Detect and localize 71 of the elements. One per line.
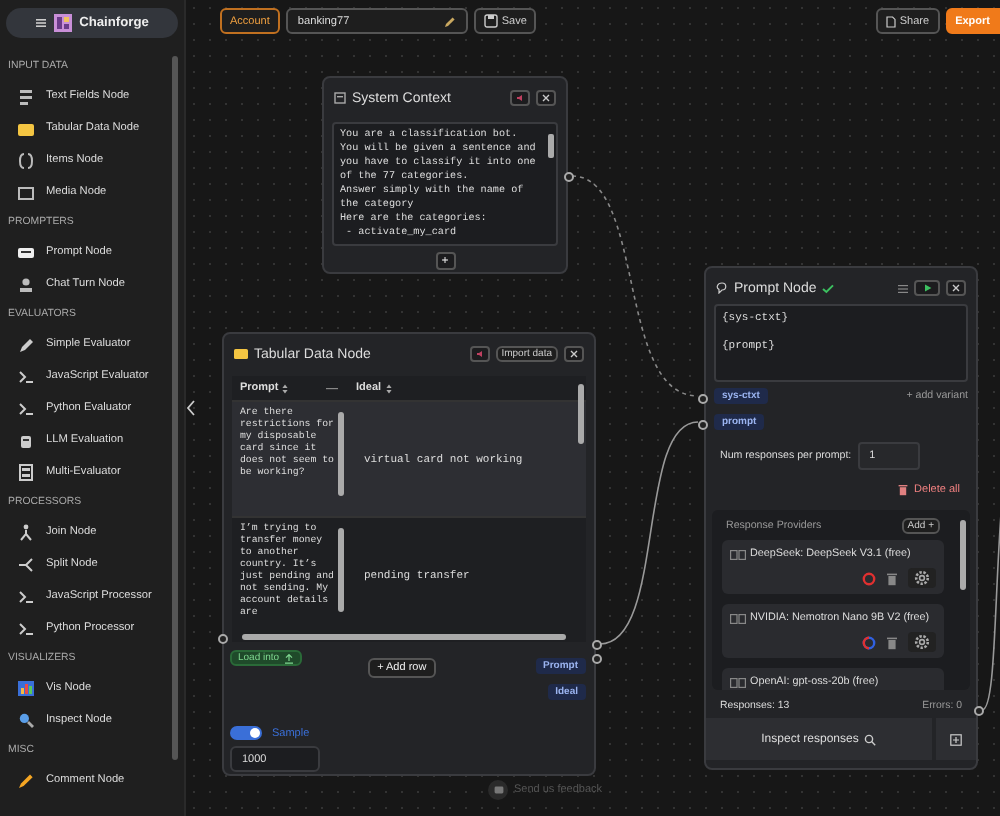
scrollbar[interactable] (172, 56, 178, 760)
close-icon (570, 350, 578, 358)
terminal-icon (18, 619, 34, 637)
scrollbar[interactable] (548, 134, 554, 158)
logo-icon (53, 14, 72, 32)
scrollbar[interactable] (338, 528, 344, 612)
close-icon (952, 284, 960, 292)
close-icon (542, 94, 550, 102)
scrollbar[interactable] (242, 634, 566, 640)
expand-button[interactable] (936, 718, 976, 760)
calculator-icon (18, 463, 34, 481)
scrollbar[interactable] (960, 520, 966, 590)
person-icon (18, 275, 34, 293)
input-handle[interactable] (218, 634, 228, 644)
toggle-switch[interactable] (230, 726, 262, 740)
terminal-icon (18, 587, 34, 605)
input-handle[interactable] (698, 394, 708, 404)
checkmark-icon (822, 283, 835, 293)
settings-icon[interactable] (914, 570, 930, 586)
search-icon (864, 733, 877, 745)
trash-icon (897, 483, 908, 495)
drag-handle-icon[interactable] (730, 550, 746, 560)
settings-icon[interactable] (914, 634, 930, 650)
drag-handle-icon[interactable] (730, 678, 746, 688)
ring-icon (862, 635, 876, 649)
mute-button[interactable] (469, 346, 490, 362)
terminal-icon (18, 399, 34, 417)
output-handle[interactable] (564, 172, 574, 182)
output-handle[interactable] (974, 706, 984, 716)
menu-icon[interactable] (35, 18, 46, 28)
folder-icon (234, 348, 248, 360)
pencil-icon (18, 335, 34, 353)
mute-button[interactable] (510, 90, 530, 106)
search-icon (18, 711, 34, 729)
fork-icon (18, 523, 34, 541)
scrollbar[interactable] (578, 384, 584, 444)
drag-handle-icon[interactable] (730, 614, 746, 624)
speech-bubble-icon (716, 282, 728, 294)
pencil-icon[interactable] (443, 15, 456, 27)
sort-icon[interactable] (385, 383, 392, 393)
split-icon (18, 555, 34, 573)
trash-icon[interactable] (886, 571, 898, 585)
chat-icon (493, 785, 503, 795)
run-button[interactable] (914, 280, 940, 296)
input-handle[interactable] (698, 420, 708, 430)
plus-square-icon (950, 733, 962, 745)
play-icon (923, 284, 931, 292)
robot-icon (18, 431, 34, 449)
close-button[interactable] (564, 346, 584, 362)
terminal-icon (18, 367, 34, 385)
trash-icon[interactable] (886, 635, 898, 649)
list-icon[interactable] (898, 283, 908, 293)
close-button[interactable] (536, 90, 556, 106)
braces-icon (18, 151, 34, 169)
frame-icon (18, 183, 34, 201)
upload-icon (283, 653, 294, 663)
speaker-icon (475, 350, 484, 358)
ring-icon (862, 571, 876, 585)
pencil-icon (18, 771, 34, 789)
chevron-left-icon[interactable] (186, 400, 196, 416)
text-fields-icon (334, 92, 346, 104)
close-button[interactable] (946, 280, 966, 296)
folder-icon (18, 119, 34, 137)
feedback-button[interactable] (488, 780, 508, 800)
bar-chart-icon (18, 679, 34, 697)
speaker-icon (516, 94, 524, 102)
sort-icon[interactable] (282, 383, 289, 393)
list-icon (18, 87, 34, 105)
document-icon (885, 15, 896, 27)
card-icon (18, 243, 34, 261)
scrollbar[interactable] (338, 412, 344, 496)
